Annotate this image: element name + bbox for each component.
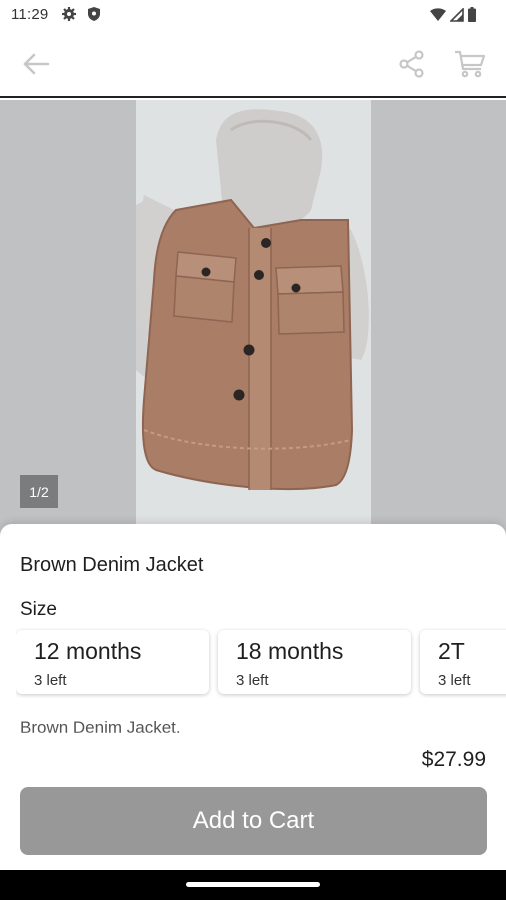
system-nav-bar [0, 870, 506, 900]
product-detail-sheet: Brown Denim Jacket Size 12 months 3 left… [0, 524, 506, 870]
size-stock: 3 left [236, 672, 269, 689]
cart-icon [454, 50, 486, 83]
size-option-2t[interactable]: 2T 3 left [420, 630, 506, 694]
home-gesture-handle[interactable] [186, 882, 320, 887]
wifi-icon [430, 7, 446, 27]
product-photo [136, 100, 371, 540]
cart-button[interactable] [448, 46, 492, 86]
status-left-icons [61, 6, 101, 27]
description-fade [0, 732, 506, 746]
size-option-18-months[interactable]: 18 months 3 left [218, 630, 411, 694]
share-icon [398, 49, 426, 83]
size-option-12-months[interactable]: 12 months 3 left [16, 630, 209, 694]
battery-icon [468, 7, 476, 27]
size-stock: 3 left [34, 672, 67, 689]
image-page-indicator: 1/2 [20, 475, 58, 508]
size-label: Size [20, 599, 57, 620]
app-bar [0, 32, 506, 98]
add-to-cart-button[interactable]: Add to Cart [20, 787, 487, 855]
product-price: $27.99 [421, 748, 486, 771]
size-stock: 3 left [438, 672, 471, 689]
signal-icon [449, 6, 464, 27]
back-button[interactable] [16, 46, 56, 86]
size-name: 18 months [236, 638, 344, 664]
product-image-gallery[interactable]: 1/2 [0, 100, 506, 540]
shield-icon [87, 6, 101, 27]
product-title: Brown Denim Jacket [20, 554, 204, 576]
status-time: 11:29 [11, 6, 49, 23]
size-options[interactable]: 12 months 3 left 18 months 3 left 2T 3 l… [16, 628, 506, 698]
status-bar: 11:29 [0, 0, 506, 32]
size-name: 12 months [34, 638, 142, 664]
share-button[interactable] [392, 46, 432, 86]
size-name: 2T [438, 638, 465, 664]
back-arrow-icon [21, 52, 51, 81]
status-right-icons [430, 6, 476, 27]
gear-icon [61, 6, 77, 27]
